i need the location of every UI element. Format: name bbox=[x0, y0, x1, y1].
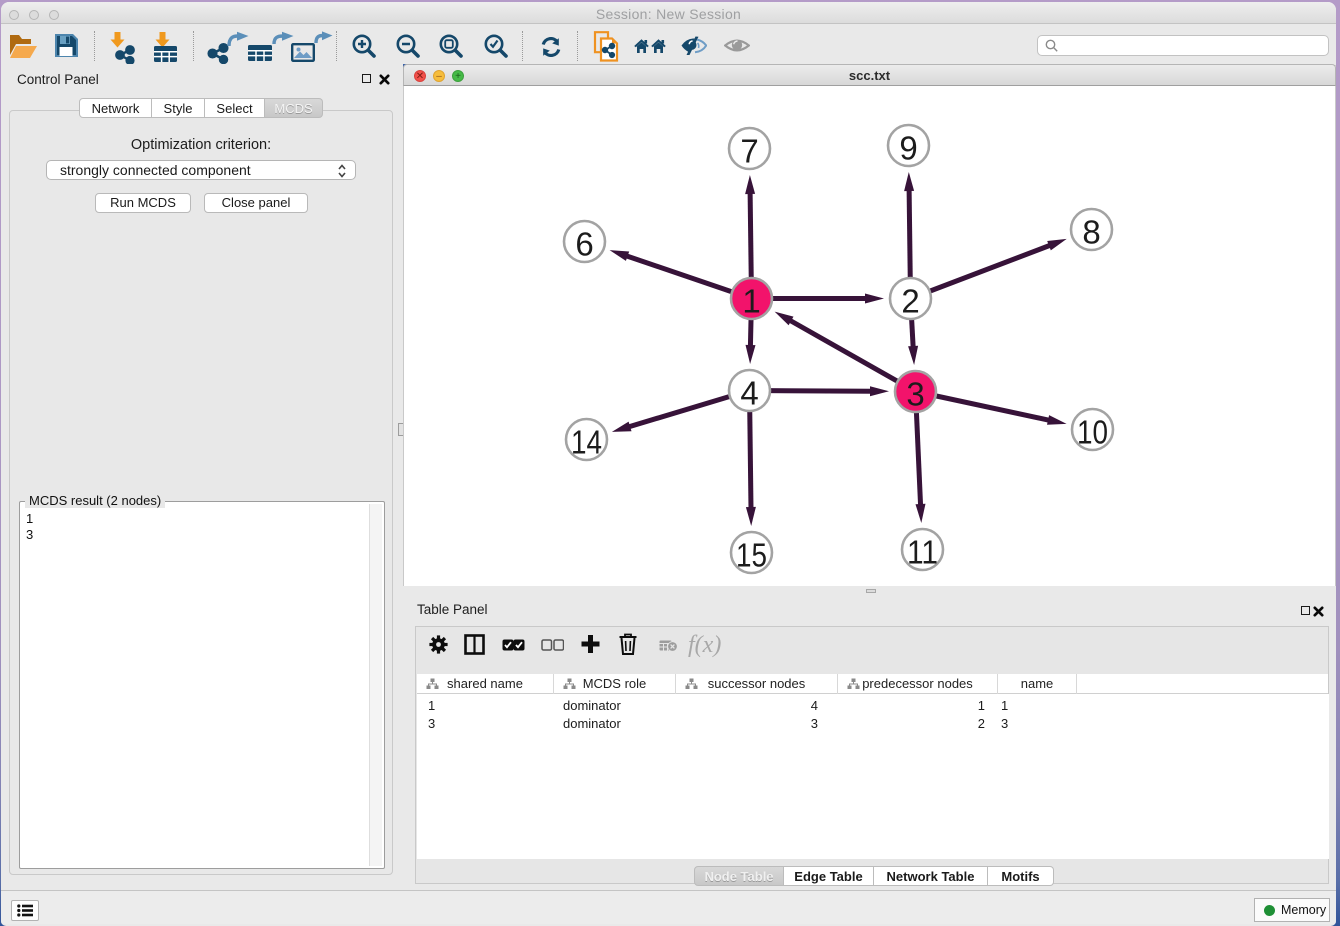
svg-text:2: 2 bbox=[901, 283, 919, 320]
svg-text:11: 11 bbox=[907, 534, 938, 571]
svg-text:9: 9 bbox=[899, 130, 917, 167]
svg-text:4: 4 bbox=[740, 375, 758, 412]
svg-text:7: 7 bbox=[740, 133, 758, 170]
svg-text:3: 3 bbox=[906, 376, 924, 413]
svg-text:8: 8 bbox=[1082, 214, 1100, 251]
svg-text:10: 10 bbox=[1077, 414, 1108, 451]
svg-text:1: 1 bbox=[742, 283, 760, 320]
svg-text:14: 14 bbox=[571, 424, 602, 461]
svg-text:6: 6 bbox=[575, 226, 593, 263]
svg-text:15: 15 bbox=[736, 537, 767, 574]
